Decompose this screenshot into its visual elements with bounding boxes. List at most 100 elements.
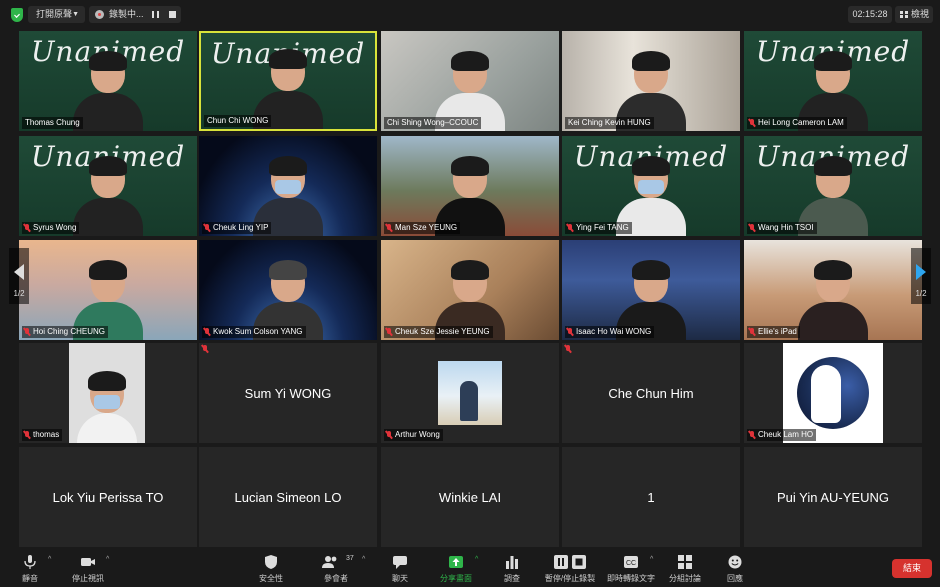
- pause-recording-icon[interactable]: [152, 11, 159, 18]
- participants-label: 參會者: [324, 574, 348, 583]
- participant-video: [73, 156, 143, 236]
- video-tile[interactable]: Pui Yin AU-YEUNG: [744, 447, 922, 547]
- video-tile[interactable]: Arthur Wong: [381, 343, 559, 443]
- chevron-down-icon: ▼: [72, 11, 79, 18]
- meeting-timer: 02:15:28: [848, 6, 892, 23]
- share-screen-label: 分享畫面: [440, 574, 472, 583]
- mic-muted-icon: [565, 345, 573, 355]
- participants-button[interactable]: 37 參會者: [306, 552, 366, 586]
- participant-name: Kwok Sum Colson YANG: [202, 326, 306, 338]
- video-tile[interactable]: Kwok Sum Colson YANG: [199, 240, 377, 340]
- meeting-controls: 靜音 ^ 停止視訊 ^ 安全性 37 參會者 ^ 聊天 分享畫面 ^ 調查 暫停…: [0, 550, 940, 587]
- video-gallery: Unanimed Thomas Chung Unanimed Chun Chi …: [0, 0, 940, 550]
- security-shield-icon[interactable]: [11, 8, 23, 22]
- video-tile[interactable]: Man Sze YEUNG: [381, 136, 559, 236]
- video-tile[interactable]: Ellie's iPad: [744, 240, 922, 340]
- participant-name: Ying Fei TANG: [565, 222, 632, 234]
- pause-stop-recording-label: 暫停/停止錄製: [544, 574, 596, 583]
- arrow-left-icon: [14, 264, 24, 280]
- video-tile[interactable]: Che Chun Him: [562, 343, 740, 443]
- chat-button[interactable]: 聊天: [370, 552, 430, 586]
- participant-name: Hei Long Cameron LAM: [747, 117, 847, 129]
- mic-muted-icon: [386, 328, 392, 336]
- video-tile[interactable]: Isaac Ho Wai WONG: [562, 240, 740, 340]
- stop-recording-icon[interactable]: [169, 11, 176, 18]
- camera-icon: [81, 558, 95, 566]
- video-tile[interactable]: Hoi Ching CHEUNG: [19, 240, 197, 340]
- live-transcript-label: 即時轉錄文字: [607, 574, 655, 583]
- mic-muted-icon: [386, 431, 392, 439]
- video-tile[interactable]: Kei Ching Kevin HUNG: [562, 31, 740, 131]
- mic-muted-icon: [386, 224, 392, 232]
- video-tile[interactable]: Cheuk Ling YIP: [199, 136, 377, 236]
- participant-video: [798, 260, 868, 340]
- participant-display-name: Lok Yiu Perissa TO: [52, 489, 164, 505]
- participant-display-name: Pui Yin AU-YEUNG: [777, 489, 889, 505]
- participant-name: Cheuk Lam HO: [747, 429, 817, 441]
- video-tile[interactable]: Cheuk Lam HO: [744, 343, 922, 443]
- video-tile[interactable]: Unanimed Hei Long Cameron LAM: [744, 31, 922, 131]
- view-button[interactable]: 檢視: [895, 6, 933, 23]
- participant-display-name: Che Chun Him: [608, 385, 694, 401]
- previous-page-button[interactable]: 1/2: [9, 248, 29, 304]
- profile-picture: [783, 343, 883, 443]
- video-tile[interactable]: thomas: [19, 343, 197, 443]
- participant-name: Cheuk Sze Jessie YEUNG: [384, 326, 493, 338]
- share-options-caret-icon[interactable]: ^: [475, 556, 478, 563]
- mic-muted-icon: [749, 328, 755, 336]
- page-indicator-right: 1/2: [915, 289, 927, 298]
- mic-muted-icon: [749, 431, 755, 439]
- poll-label: 調查: [504, 574, 520, 583]
- video-tile[interactable]: Winkie LAI: [381, 447, 559, 547]
- recording-label: 錄製中...: [109, 9, 144, 19]
- video-tile[interactable]: Lucian Simeon LO: [199, 447, 377, 547]
- original-audio-button[interactable]: 打開原聲 ▼: [28, 6, 85, 23]
- mic-muted-icon: [24, 431, 30, 439]
- pause-stop-icon: [554, 555, 586, 569]
- participant-name: Chi Shing Wong–CCOUC: [384, 117, 482, 129]
- mic-muted-icon: [567, 224, 573, 232]
- participants-caret-icon[interactable]: ^: [362, 556, 365, 563]
- video-tile[interactable]: Sum Yi WONG: [199, 343, 377, 443]
- recording-indicator: 錄製中...: [89, 6, 181, 23]
- video-tile[interactable]: Unanimed Syrus Wong: [19, 136, 197, 236]
- reactions-button[interactable]: 回應: [705, 552, 765, 586]
- participant-name: Isaac Ho Wai WONG: [565, 326, 655, 338]
- svg-text:CC: CC: [626, 560, 636, 567]
- participant-display-name: Winkie LAI: [438, 489, 502, 505]
- participant-video: [69, 343, 145, 443]
- security-button[interactable]: 安全性: [241, 552, 301, 586]
- arrow-right-icon: [916, 264, 926, 280]
- next-page-button[interactable]: 1/2: [911, 248, 931, 304]
- original-audio-label: 打開原聲: [36, 9, 73, 19]
- top-bar: 打開原聲 ▼ 錄製中... 02:15:28 檢視: [0, 0, 940, 30]
- participant-name: thomas: [22, 429, 63, 441]
- video-tile-active-speaker[interactable]: Unanimed Chun Chi WONG: [199, 31, 377, 131]
- participant-name: Cheuk Ling YIP: [202, 222, 272, 234]
- mic-muted-icon: [567, 328, 573, 336]
- microphone-icon: [24, 555, 36, 569]
- participant-name: Kei Ching Kevin HUNG: [565, 117, 654, 129]
- video-tile[interactable]: 1: [562, 447, 740, 547]
- video-tile[interactable]: Lok Yiu Perissa TO: [19, 447, 197, 547]
- participant-display-name: Sum Yi WONG: [244, 385, 332, 401]
- video-tile[interactable]: Unanimed Wang Hin TSOI: [744, 136, 922, 236]
- pause-stop-recording-button[interactable]: 暫停/停止錄製: [535, 552, 605, 586]
- transcript-caret-icon[interactable]: ^: [650, 556, 653, 563]
- profile-picture: [438, 361, 502, 425]
- mic-muted-icon: [749, 224, 755, 232]
- video-tile[interactable]: Unanimed Ying Fei TANG: [562, 136, 740, 236]
- chat-label: 聊天: [392, 574, 408, 583]
- participant-name: Wang Hin TSOI: [747, 222, 817, 234]
- video-tile[interactable]: Chi Shing Wong–CCOUC: [381, 31, 559, 131]
- page-indicator-left: 1/2: [13, 289, 25, 298]
- video-tile[interactable]: Cheuk Sze Jessie YEUNG: [381, 240, 559, 340]
- security-label: 安全性: [259, 574, 283, 583]
- shield-icon: [265, 555, 277, 569]
- video-options-caret-icon[interactable]: ^: [106, 556, 109, 563]
- end-meeting-button[interactable]: 結束: [892, 559, 932, 578]
- poll-button[interactable]: 調查: [482, 552, 542, 586]
- video-tile[interactable]: Unanimed Thomas Chung: [19, 31, 197, 131]
- audio-options-caret-icon[interactable]: ^: [48, 556, 51, 563]
- stop-video-label: 停止視訊: [72, 574, 104, 583]
